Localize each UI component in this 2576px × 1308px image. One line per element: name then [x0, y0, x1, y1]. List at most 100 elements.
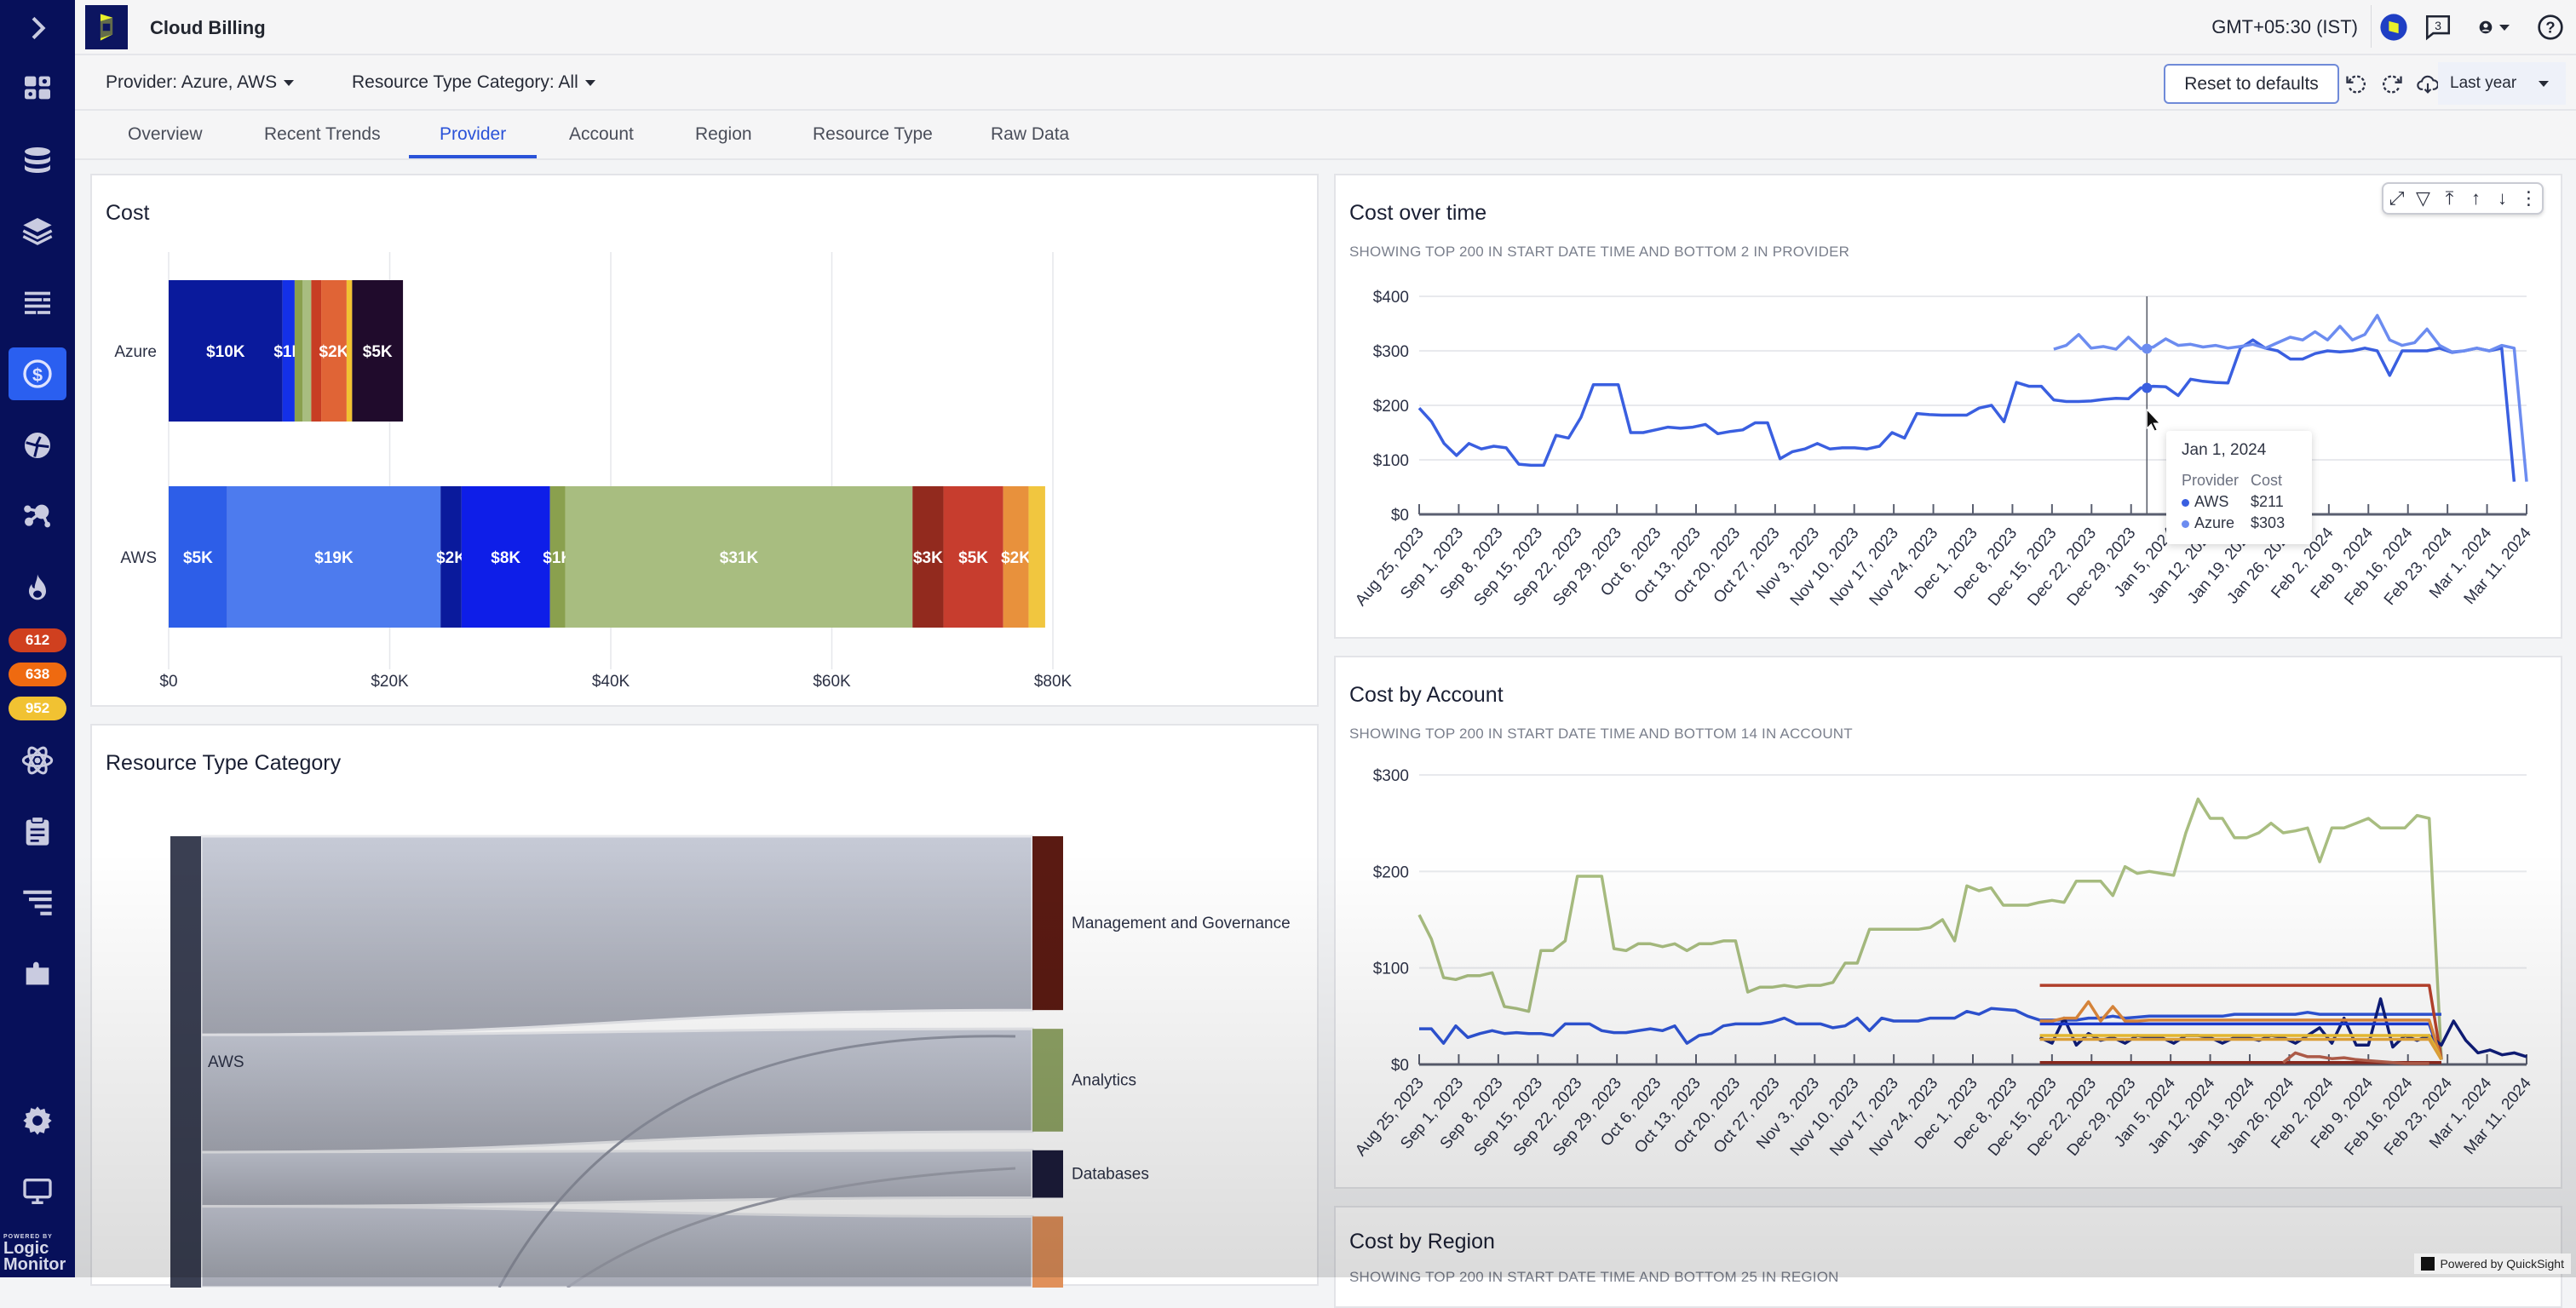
- chevron-down-icon: [585, 80, 595, 86]
- globe-icon: [20, 428, 55, 462]
- bar-segment: [302, 280, 311, 422]
- error-alerts-badge[interactable]: 638: [9, 663, 66, 686]
- sidebar-item-maps[interactable]: [9, 419, 66, 472]
- sankey-target-node: [1032, 1216, 1063, 1288]
- y-tick-label: $400: [1373, 289, 1409, 307]
- cost-bar-chart: $0$20K$40K$60K$80KAzure$10K$1K$2K$5KAWS$…: [92, 175, 1320, 708]
- sankey-target-label: Management and Governance: [1072, 915, 1291, 932]
- sidebar-item-resources[interactable]: [9, 134, 66, 186]
- list-icon: [20, 286, 55, 320]
- fire-icon: [20, 571, 55, 605]
- reset-to-defaults-button[interactable]: Reset to defaults: [2164, 64, 2339, 104]
- sidebar-item-topology[interactable]: [9, 490, 66, 542]
- sheet-tabs: Overview Recent Trends Provider Account …: [75, 111, 2576, 160]
- reports-icon: [20, 885, 55, 919]
- messages-button[interactable]: 3: [2423, 12, 2453, 43]
- sidebar-item-reports[interactable]: [9, 805, 66, 858]
- logo-line-2: Monitor: [3, 1257, 66, 1273]
- dashboard-icon: [20, 71, 55, 105]
- tab-region[interactable]: Region: [695, 124, 752, 155]
- chart-tooltip: Jan 1, 2024 ProviderCost AWS$211 Azure$3…: [2166, 431, 2312, 544]
- redo-icon: [2380, 72, 2404, 96]
- chevron-right-icon: [20, 11, 55, 45]
- tab-raw-data[interactable]: Raw Data: [991, 124, 1069, 155]
- sankey-target-node: [1032, 1150, 1063, 1198]
- y-tick-label: $300: [1373, 767, 1409, 785]
- tab-overview[interactable]: Overview: [128, 124, 203, 155]
- bar-segment-label: $8K: [491, 549, 520, 567]
- tooltip-row-value: $303: [2251, 513, 2297, 534]
- resource-type-category-panel: Resource Type Category Management and Go…: [90, 724, 1319, 1286]
- y-category-label: AWS: [120, 549, 157, 567]
- x-tick-label: $0: [159, 673, 177, 691]
- time-range-select[interactable]: Last year: [2438, 62, 2566, 105]
- x-tick-label: $80K: [1034, 673, 1072, 691]
- bar-segment-label: $19K: [314, 549, 354, 567]
- tooltip-col-provider: Provider: [2182, 470, 2251, 491]
- sidebar-item-logs[interactable]: [9, 277, 66, 330]
- gear-icon: [20, 1104, 55, 1138]
- cloud-download-icon: [2416, 72, 2440, 96]
- sidebar-item-settings[interactable]: [9, 1094, 66, 1147]
- tooltip-date: Jan 1, 2024: [2182, 441, 2297, 460]
- tab-account[interactable]: Account: [569, 124, 634, 155]
- puzzle-icon: [20, 956, 55, 990]
- bar-segment-label: $3K: [913, 549, 943, 567]
- redo-button[interactable]: [2378, 71, 2406, 98]
- powered-by-label: Powered by QuickSight: [2440, 1257, 2564, 1271]
- bar-segment: [1028, 486, 1044, 628]
- sidebar-item-dashboards[interactable]: [9, 61, 66, 114]
- chevron-down-icon: [284, 80, 294, 86]
- sidebar-item-layers[interactable]: [9, 204, 66, 257]
- sidebar-item-display[interactable]: [9, 1165, 66, 1218]
- user-menu-button[interactable]: [2479, 12, 2510, 43]
- expand-sidebar-button[interactable]: [9, 2, 66, 54]
- user-avatar-icon: [2479, 13, 2493, 42]
- svg-text:$: $: [32, 364, 43, 385]
- chat-icon: 3: [2424, 13, 2452, 42]
- tab-provider[interactable]: Provider: [409, 124, 537, 158]
- cost-panel: Cost $0$20K$40K$60K$80KAzure$10K$1K$2K$5…: [90, 174, 1319, 707]
- x-tick-label: $60K: [813, 673, 851, 691]
- bar-segment: [347, 280, 352, 422]
- bar-segment-label: $10K: [206, 343, 245, 361]
- y-tick-label: $200: [1373, 398, 1409, 416]
- bar-segment-label: $5K: [183, 549, 213, 567]
- clipboard-icon: [20, 814, 55, 848]
- mouse-cursor-icon: [2147, 410, 2159, 431]
- undo-button[interactable]: [2343, 71, 2370, 98]
- provider-filter[interactable]: Provider: Azure, AWS: [106, 72, 294, 93]
- y-tick-label: $300: [1373, 343, 1409, 361]
- monitor-icon: [20, 1174, 55, 1208]
- resource-type-category-filter[interactable]: Resource Type Category: All: [352, 72, 595, 93]
- sidebar-item-cost-optimization[interactable]: $: [9, 347, 66, 400]
- logicmonitor-logo: POWERED BY Logic Monitor: [3, 1233, 66, 1273]
- atom-icon: [20, 743, 55, 777]
- bar-segment-label: $2K: [319, 343, 349, 361]
- sidebar-item-traces[interactable]: [9, 875, 66, 928]
- help-button[interactable]: ?: [2535, 12, 2566, 43]
- dollar-icon: $: [20, 357, 55, 391]
- sankey-target-node: [1032, 1029, 1063, 1132]
- tab-resource-type[interactable]: Resource Type: [813, 124, 933, 155]
- sidebar-item-alerts[interactable]: [9, 562, 66, 615]
- critical-alerts-badge[interactable]: 612: [9, 628, 66, 652]
- tooltip-row-name: AWS: [2194, 493, 2228, 510]
- cost-by-account-line-chart: $0$100$200$300Aug 25, 2023Sep 1, 2023Sep…: [1336, 657, 2564, 1190]
- sankey-link: [201, 1207, 1032, 1288]
- topology-icon: [20, 499, 55, 533]
- bar-segment-label: $5K: [958, 549, 988, 567]
- resource-type-category-filter-label: Resource Type Category: All: [352, 72, 578, 93]
- y-category-label: Azure: [114, 343, 157, 361]
- sankey-link: [201, 1029, 1032, 1152]
- quicksight-logo-icon: [2421, 1257, 2435, 1271]
- warning-alerts-badge[interactable]: 952: [9, 697, 66, 720]
- cost-by-region-subtitle: SHOWING TOP 200 IN START DATE TIME AND B…: [1349, 1269, 1839, 1286]
- sidebar-item-integrations[interactable]: [9, 947, 66, 1000]
- logicmonitor-app-button[interactable]: [2378, 12, 2409, 43]
- sidebar-item-apm[interactable]: [9, 734, 66, 787]
- top-bar: Cloud Billing GMT+05:30 (IST) 3 ?: [75, 0, 2576, 55]
- series-line-account-8: [2040, 1040, 2441, 1060]
- layers-icon: [20, 214, 55, 248]
- tab-recent-trends[interactable]: Recent Trends: [264, 124, 381, 155]
